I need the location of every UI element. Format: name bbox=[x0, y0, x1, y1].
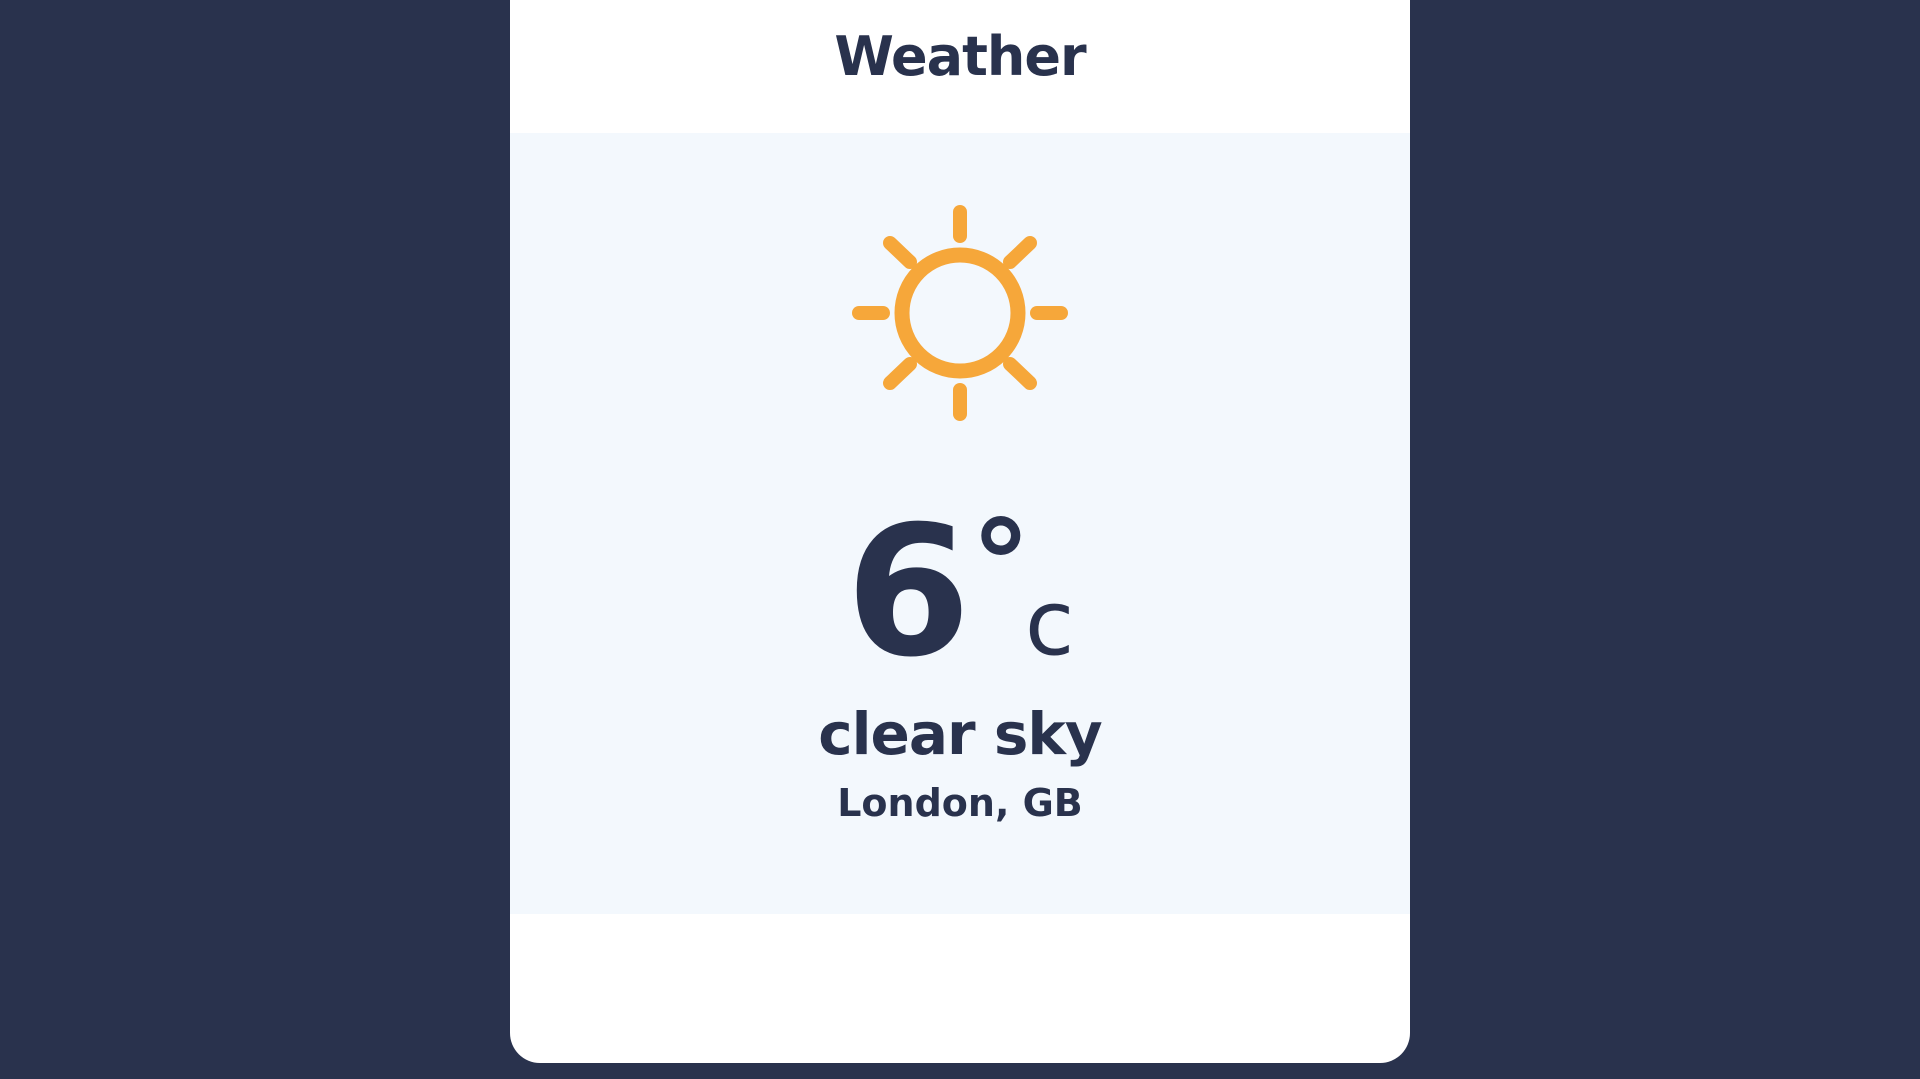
temperature-display: 6°c bbox=[510, 503, 1410, 683]
weather-panel: 6°c clear sky London, GB bbox=[510, 133, 1410, 914]
temperature-unit: c bbox=[1024, 571, 1075, 676]
weather-location: London, GB bbox=[837, 781, 1083, 825]
weather-card: Weather 6°c clear sky London, GB bbox=[510, 0, 1410, 1063]
app-title: Weather bbox=[834, 25, 1086, 88]
weather-description: clear sky bbox=[818, 700, 1102, 768]
sun-icon bbox=[852, 205, 1068, 421]
temperature-value: 6 bbox=[845, 488, 971, 697]
degree-symbol: ° bbox=[970, 496, 1031, 635]
